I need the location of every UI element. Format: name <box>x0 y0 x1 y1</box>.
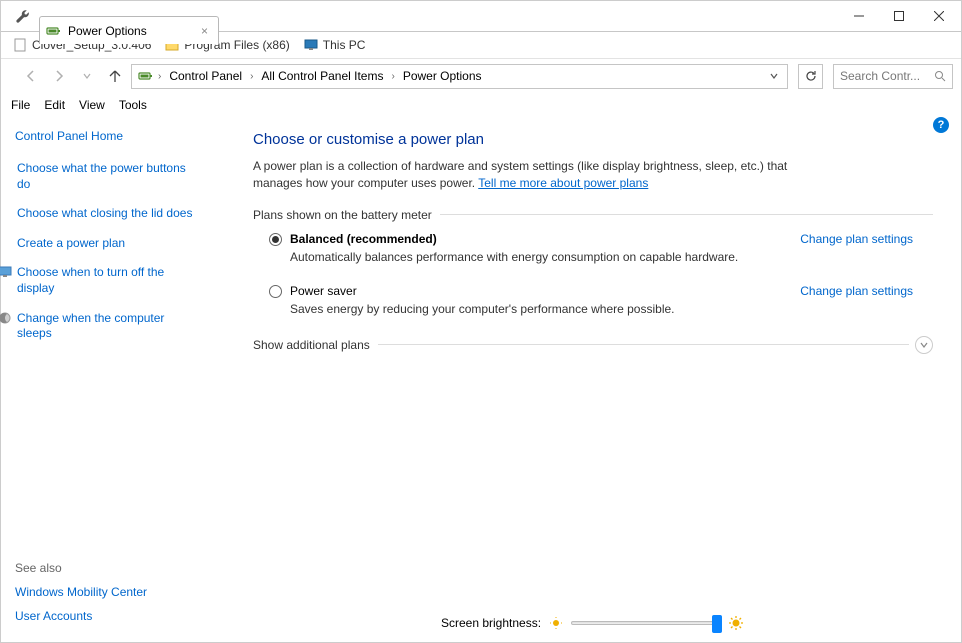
menu-file[interactable]: File <box>11 98 30 112</box>
recent-dropdown[interactable] <box>75 64 99 88</box>
chevron-right-icon[interactable]: › <box>154 71 165 82</box>
menu-edit[interactable]: Edit <box>44 98 65 112</box>
main-panel: ? Choose or customise a power plan A pow… <box>223 117 961 643</box>
tab-strip: Power Options × <box>39 14 219 44</box>
battery-icon <box>46 23 62 39</box>
bookmark-label: This PC <box>323 38 366 52</box>
search-icon <box>934 70 946 82</box>
brightness-slider[interactable] <box>571 621 721 625</box>
tell-me-more-link[interactable]: Tell me more about power plans <box>478 176 648 190</box>
search-input[interactable]: Search Contr... <box>833 64 953 89</box>
minimize-button[interactable] <box>839 2 879 30</box>
see-also-user-accounts[interactable]: User Accounts <box>15 609 213 623</box>
plan-radio-balanced[interactable] <box>269 233 282 246</box>
expand-additional-plans-button[interactable] <box>915 336 933 354</box>
sidebar-link-create-plan[interactable]: Create a power plan <box>15 236 213 252</box>
breadcrumb-item[interactable]: Power Options <box>399 69 486 83</box>
up-button[interactable] <box>103 64 127 88</box>
sidebar: Control Panel Home Choose what the power… <box>1 117 223 643</box>
see-also-heading: See also <box>15 561 213 575</box>
menu-view[interactable]: View <box>79 98 105 112</box>
plan-description: Automatically balances performance with … <box>290 250 770 264</box>
divider <box>440 214 933 215</box>
plans-group-label: Plans shown on the battery meter <box>253 208 440 222</box>
refresh-icon <box>804 69 818 83</box>
file-icon <box>13 38 27 52</box>
moon-icon <box>0 311 12 325</box>
menu-tools[interactable]: Tools <box>119 98 147 112</box>
monitor-icon <box>0 265 12 279</box>
sun-bright-icon <box>729 616 743 630</box>
additional-plans-label[interactable]: Show additional plans <box>253 338 378 352</box>
page-description: A power plan is a collection of hardware… <box>253 158 813 192</box>
wrench-icon[interactable] <box>15 9 31 25</box>
chevron-down-icon <box>919 340 929 350</box>
change-plan-settings-link[interactable]: Change plan settings <box>800 284 933 298</box>
title-bar: Power Options × <box>1 1 961 31</box>
chevron-right-icon[interactable]: › <box>246 71 257 82</box>
close-button[interactable] <box>919 2 959 30</box>
slider-thumb[interactable] <box>712 615 722 633</box>
sidebar-link-closing-lid[interactable]: Choose what closing the lid does <box>15 206 213 222</box>
refresh-button[interactable] <box>798 64 823 89</box>
back-button[interactable] <box>19 64 43 88</box>
control-panel-home-link[interactable]: Control Panel Home <box>15 129 213 143</box>
navigation-bar: › Control Panel › All Control Panel Item… <box>1 59 961 93</box>
see-also-mobility-center[interactable]: Windows Mobility Center <box>15 585 213 599</box>
maximize-button[interactable] <box>879 2 919 30</box>
plan-radio-power-saver[interactable] <box>269 285 282 298</box>
page-title: Choose or customise a power plan <box>253 131 933 148</box>
forward-button[interactable] <box>47 64 71 88</box>
breadcrumb-item[interactable]: Control Panel <box>165 69 246 83</box>
battery-icon <box>138 68 154 84</box>
change-plan-settings-link[interactable]: Change plan settings <box>800 232 933 246</box>
sidebar-link-turn-off-display[interactable]: Choose when to turn off the display <box>15 265 213 296</box>
help-icon[interactable]: ? <box>933 117 949 133</box>
chevron-down-icon[interactable] <box>769 71 779 81</box>
plan-description: Saves energy by reducing your computer's… <box>290 302 770 316</box>
brightness-control: Screen brightness: <box>223 609 961 637</box>
tab-close-icon[interactable]: × <box>201 24 208 38</box>
tab-power-options[interactable]: Power Options × <box>39 16 219 44</box>
search-placeholder: Search Contr... <box>840 69 920 83</box>
bookmark-this-pc[interactable]: This PC <box>304 38 366 52</box>
sun-dim-icon <box>549 616 563 630</box>
plan-name[interactable]: Power saver <box>290 284 357 298</box>
sidebar-link-power-buttons[interactable]: Choose what the power buttons do <box>15 161 213 192</box>
tab-label: Power Options <box>68 24 147 38</box>
divider <box>378 344 909 345</box>
pc-icon <box>304 38 318 52</box>
menu-bar: File Edit View Tools <box>1 93 961 117</box>
chevron-right-icon[interactable]: › <box>387 71 398 82</box>
brightness-label: Screen brightness: <box>441 616 541 630</box>
breadcrumb-item[interactable]: All Control Panel Items <box>257 69 387 83</box>
plan-name[interactable]: Balanced (recommended) <box>290 232 437 246</box>
sidebar-link-computer-sleeps[interactable]: Change when the computer sleeps <box>15 311 213 342</box>
address-bar[interactable]: › Control Panel › All Control Panel Item… <box>131 64 788 89</box>
